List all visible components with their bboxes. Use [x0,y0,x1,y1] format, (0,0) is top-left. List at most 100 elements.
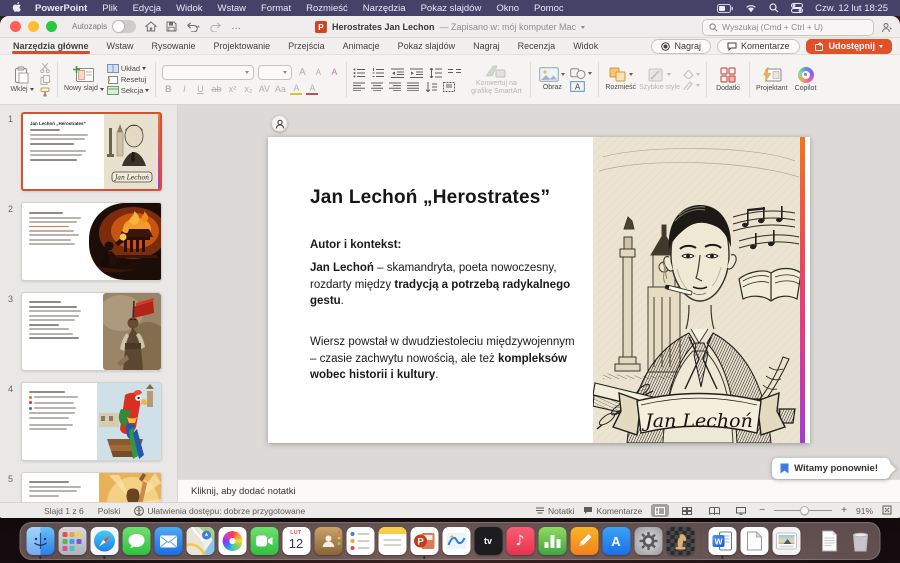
zoom-level[interactable]: 91% [856,506,873,516]
slide-thumbnail-2[interactable]: 2 [0,202,177,281]
dock-messages[interactable] [122,527,151,556]
layout-button[interactable]: Układ [107,64,150,73]
menu-format[interactable]: Format [261,3,291,14]
superscript-button[interactable]: x² [226,84,238,94]
font-name-select[interactable] [162,65,254,80]
dock-app-store[interactable]: A [602,527,631,556]
zoom-slider-knob[interactable] [800,506,809,515]
document-save-status[interactable]: — Zapisano w: mój komputer Mac [440,22,577,32]
align-text-icon[interactable] [443,82,455,92]
quick-styles-button[interactable]: Szybkie style [639,68,680,92]
decrease-indent-icon[interactable] [391,68,404,78]
arrange-button[interactable]: Rozmieść [605,67,636,92]
dock-notes[interactable] [378,527,407,556]
slide-thumbnail-4[interactable]: 4 [0,382,177,461]
text-highlight-button[interactable]: A [290,83,302,95]
dock-libreoffice-document[interactable] [740,527,769,556]
copilot-button[interactable]: Copilot [791,67,821,93]
zoom-slider[interactable] [774,510,832,511]
menu-widok[interactable]: Widok [176,3,202,14]
share-button[interactable]: Udostępnij [806,39,893,54]
slide-title[interactable]: Jan Lechoń „Herostrates” [310,187,578,209]
menu-okno[interactable]: Okno [496,3,519,14]
redo-button[interactable] [210,21,222,32]
language-indicator[interactable]: Polski [98,506,121,516]
autosave-toggle[interactable] [112,20,136,33]
columns-icon[interactable] [448,68,461,78]
new-slide-button[interactable]: Nowy slajd [64,66,104,93]
slide-thumbnail-3[interactable]: 3 [0,292,177,371]
font-color-button[interactable]: A [306,83,318,95]
save-button[interactable] [166,21,177,32]
slide-counter[interactable]: Slajd 1 z 6 [44,506,84,516]
dock-launchpad[interactable] [58,527,87,556]
slide-portrait-image[interactable]: Jan Lechoń [593,137,805,443]
home-button[interactable] [145,21,157,32]
dock-chess[interactable] [666,527,695,556]
dock-trash[interactable] [846,527,875,556]
tab-rysowanie[interactable]: Rysowanie [143,39,205,54]
tab-animacje[interactable]: Animacje [334,39,389,54]
strikethrough-button[interactable]: ab [210,84,222,94]
shape-outline-button[interactable] [683,81,700,90]
undo-button[interactable] [186,21,201,32]
menu-edycja[interactable]: Edycja [133,3,162,14]
slide-paragraph-1[interactable]: Jan Lechoń – skamandryta, poeta nowoczes… [310,260,578,310]
record-button[interactable]: Nagraj [651,39,711,54]
zoom-in-button[interactable]: + [841,505,847,516]
slide-canvas[interactable]: Jan Lechoń „Herostrates” Autor i konteks… [268,137,810,443]
tab-narzedzia-glowne[interactable]: Narzędzia główne [4,39,98,54]
dock-freeform[interactable] [442,527,471,556]
presenter-overlay-button[interactable] [271,115,288,132]
tab-recenzja[interactable]: Recenzja [509,39,565,54]
shape-fill-button[interactable] [683,70,700,79]
comments-button[interactable]: Komentarze [717,39,800,54]
comments-toggle[interactable]: Komentarze [583,506,642,516]
tab-projektowanie[interactable]: Projektowanie [205,39,280,54]
accessibility-status[interactable]: Ułatwienia dostępu: dobrze przygotowane [134,506,305,516]
italic-button[interactable]: I [178,84,190,94]
normal-view-button[interactable] [651,504,669,517]
dock-word[interactable]: W [708,527,737,556]
align-right-icon[interactable] [389,82,401,91]
reading-view-button[interactable] [705,504,723,517]
clear-formatting-button[interactable]: A [328,67,340,77]
dock-safari[interactable] [90,527,119,556]
line-spacing-icon[interactable] [429,68,442,78]
picture-button[interactable]: Obraz [537,67,567,92]
shrink-font-button[interactable]: A [312,68,324,77]
text-direction-icon[interactable] [425,82,437,92]
dock-downloads-document[interactable] [814,527,843,556]
dock-apple-tv[interactable]: tv [474,527,503,556]
paste-button[interactable]: Wklej [7,66,37,94]
font-size-select[interactable] [258,65,292,80]
dock-reminders[interactable] [346,527,375,556]
underline-button[interactable]: U [194,84,206,94]
tab-przejscia[interactable]: Przejścia [279,39,334,54]
dock-mail[interactable] [154,527,183,556]
apple-menu[interactable] [12,2,22,14]
tab-wstaw[interactable]: Wstaw [98,39,143,54]
align-left-icon[interactable] [353,82,365,91]
dock-contacts[interactable] [314,527,343,556]
subscript-button[interactable]: x₂ [242,84,254,94]
align-center-icon[interactable] [371,82,383,91]
control-center-icon[interactable] [791,3,803,13]
menu-plik[interactable]: Plik [102,3,117,14]
zoom-window-button[interactable] [46,21,57,32]
increase-indent-icon[interactable] [410,68,423,78]
format-painter-icon[interactable] [40,87,51,97]
close-window-button[interactable] [10,21,21,32]
bullet-list-icon[interactable] [353,68,366,78]
section-button[interactable]: Sekcja [107,86,150,95]
menu-wstaw[interactable]: Wstaw [218,3,247,14]
addins-button[interactable]: Dodatki [713,67,743,93]
textbox-button[interactable]: A [570,81,592,92]
dock-finder[interactable] [26,527,55,556]
numbered-list-icon[interactable] [372,68,385,78]
minimize-window-button[interactable] [28,21,39,32]
shapes-button[interactable] [570,68,592,79]
dock-system-settings[interactable] [634,527,663,556]
slide-sorter-view-button[interactable] [678,504,696,517]
cut-icon[interactable] [40,63,51,73]
